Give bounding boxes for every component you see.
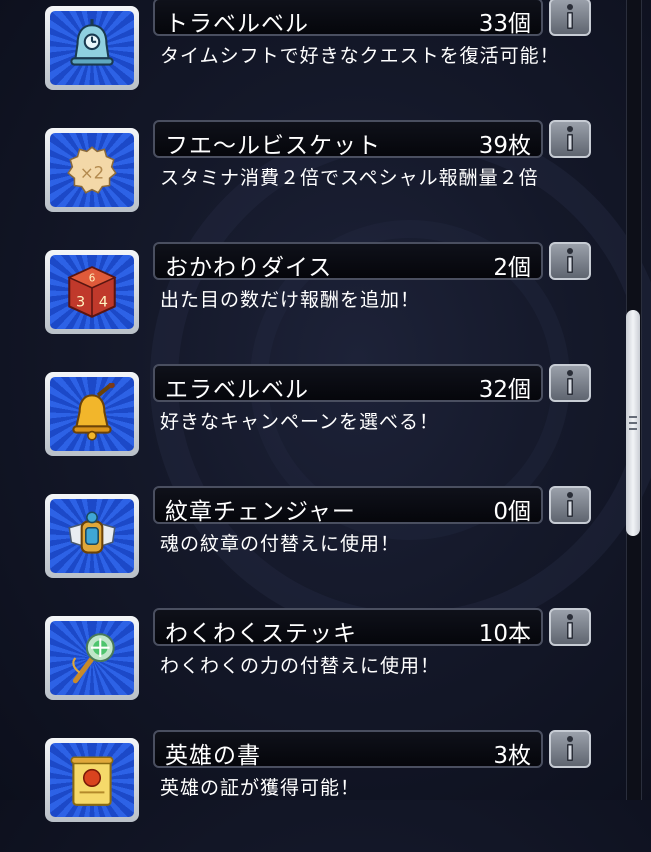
hero-book-icon[interactable] — [45, 738, 139, 822]
item-name: 紋章チェンジャー — [165, 499, 356, 525]
item-name-bar: フエ～ルビスケット 39枚 — [153, 120, 543, 159]
item-name-bar: トラベルベル 33個 — [153, 0, 543, 37]
info-button[interactable] — [549, 608, 591, 646]
svg-text:4: 4 — [99, 294, 108, 310]
info-button[interactable] — [549, 486, 591, 524]
list-item[interactable]: エラベルベル 32個 好きなキャンペーンを選べる！ — [0, 364, 612, 486]
item-list: トラベルベル 33個 タイムシフトで好きなクエストを復活可能！ ×2 フエ～ルビ… — [0, 0, 612, 822]
item-description: スタミナ消費２倍でスペシャル報酬量２倍 — [160, 167, 539, 189]
list-item[interactable]: 紋章チェンジャー 0個 魂の紋章の付替えに使用！ — [0, 486, 612, 608]
info-icon — [567, 492, 573, 517]
item-description: 魂の紋章の付替えに使用！ — [160, 533, 401, 555]
wakuwaku-stick-icon[interactable] — [45, 616, 139, 700]
svg-text:3: 3 — [76, 294, 85, 310]
item-name-bar: エラベルベル 32個 — [153, 364, 543, 403]
info-icon — [567, 248, 573, 273]
item-description: タイムシフトで好きなクエストを復活可能！ — [160, 45, 560, 67]
item-name: 英雄の書 — [165, 743, 261, 769]
item-name-bar: おかわりダイス 2個 — [153, 242, 543, 281]
list-item[interactable]: 英雄の書 3枚 英雄の証が獲得可能！ — [0, 730, 612, 852]
info-icon — [567, 736, 573, 761]
item-description: わくわくの力の付替えに使用！ — [160, 655, 441, 677]
item-name: トラベルベル — [165, 11, 309, 37]
item-name: おかわりダイス — [165, 255, 333, 281]
info-icon — [567, 370, 573, 395]
item-name-bar: わくわくステッキ 10本 — [153, 608, 543, 647]
item-name-bar: 紋章チェンジャー 0個 — [153, 486, 543, 525]
item-count: 10本 — [478, 621, 531, 647]
info-button[interactable] — [549, 120, 591, 158]
info-icon — [567, 4, 573, 29]
item-description: 英雄の証が獲得可能！ — [160, 777, 361, 799]
info-button[interactable] — [549, 730, 591, 768]
item-count: 2個 — [493, 255, 531, 281]
item-name: わくわくステッキ — [165, 621, 357, 647]
list-item[interactable]: わくわくステッキ 10本 わくわくの力の付替えに使用！ — [0, 608, 612, 730]
item-count: 33個 — [478, 11, 531, 37]
item-count: 0個 — [493, 499, 531, 525]
erabel-bell-icon[interactable] — [45, 372, 139, 456]
scrollbar-thumb[interactable] — [626, 310, 640, 536]
emblem-changer-icon[interactable] — [45, 494, 139, 578]
travel-bell-icon[interactable] — [45, 6, 139, 90]
item-description: 好きなキャンペーンを選べる！ — [160, 411, 440, 433]
item-count: 39枚 — [478, 133, 531, 159]
info-icon — [567, 126, 573, 151]
dice-icon[interactable]: 6 3 4 — [45, 250, 139, 334]
svg-text:6: 6 — [89, 273, 96, 285]
info-icon — [567, 614, 573, 639]
grip-icon — [629, 414, 637, 432]
item-count: 32個 — [478, 377, 531, 403]
svg-text:×2: ×2 — [80, 163, 104, 182]
list-item[interactable]: ×2 フエ～ルビスケット 39枚 スタミナ消費２倍でスペシャル報酬量２倍 — [0, 120, 612, 242]
info-button[interactable] — [549, 0, 591, 36]
item-name: フエ～ルビスケット — [165, 133, 381, 159]
biscuit-icon[interactable]: ×2 — [45, 128, 139, 212]
item-name: エラベルベル — [165, 377, 309, 403]
list-item[interactable]: 6 3 4 おかわりダイス 2個 出た目の数だけ報酬を追加！ — [0, 242, 612, 364]
item-name-bar: 英雄の書 3枚 — [153, 730, 543, 769]
info-button[interactable] — [549, 364, 591, 402]
list-item[interactable]: トラベルベル 33個 タイムシフトで好きなクエストを復活可能！ — [0, 0, 612, 120]
info-button[interactable] — [549, 242, 591, 280]
item-count: 3枚 — [493, 743, 531, 769]
item-description: 出た目の数だけ報酬を追加！ — [160, 289, 421, 311]
